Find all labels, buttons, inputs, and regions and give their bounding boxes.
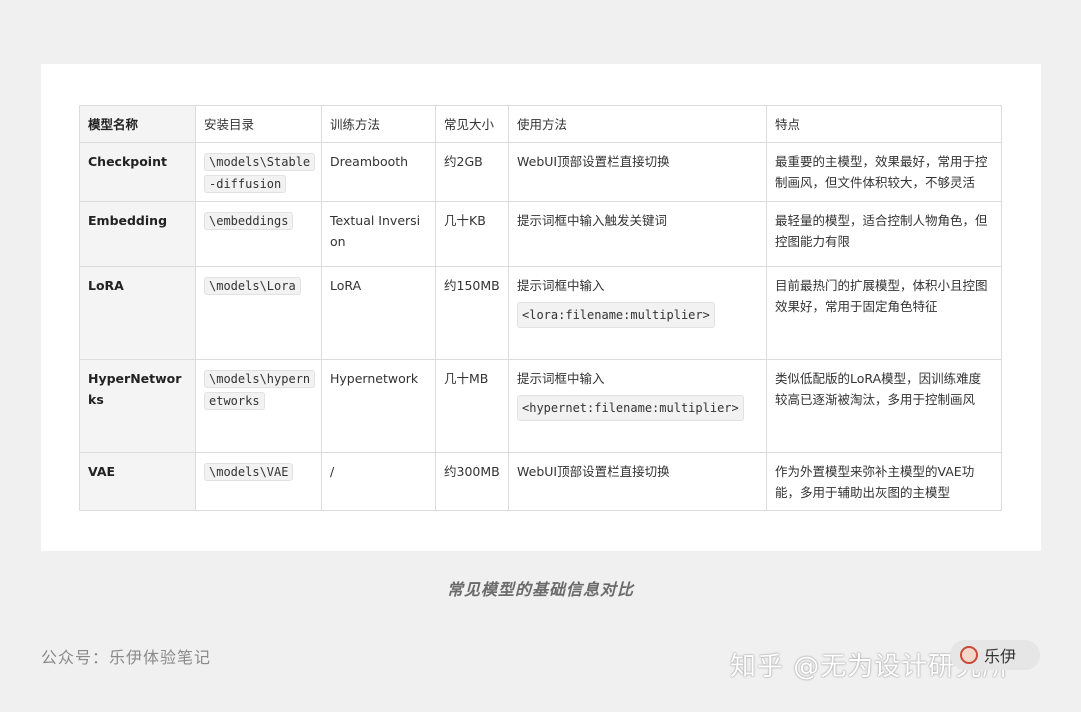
usage-code: <lora:filename:multiplier> xyxy=(517,302,715,328)
cell-features: 最重要的主模型，效果最好，常用于控制画风，但文件体积较大，不够灵活 xyxy=(766,142,1002,202)
cell-model-name: Checkpoint xyxy=(79,142,196,202)
usage-text: 提示词框中输入触发关键词 xyxy=(517,213,668,228)
cell-usage: 提示词框中输入 <lora:filename:multiplier> xyxy=(508,266,767,360)
usage-text: 提示词框中输入 xyxy=(517,371,605,386)
cell-training-method: Dreambooth xyxy=(321,142,436,202)
header-common-size: 常见大小 xyxy=(435,105,509,143)
cell-training-method: LoRA xyxy=(321,266,436,360)
cell-size: 约300MB xyxy=(435,452,509,511)
header-features: 特点 xyxy=(766,105,1002,143)
header-usage: 使用方法 xyxy=(508,105,767,143)
table-row: HyperNetworks \models\hypernetworks Hype… xyxy=(79,359,1002,453)
cell-features: 目前最热门的扩展模型，体积小且控图效果好，常用于固定角色特征 xyxy=(766,266,1002,360)
table-row: VAE \models\VAE / 约300MB WebUI顶部设置栏直接切换 … xyxy=(79,452,1002,511)
dir-code: \models\VAE xyxy=(204,463,294,481)
cell-install-dir: \models\Stable-diffusion xyxy=(195,142,322,202)
cell-size: 几十MB xyxy=(435,359,509,453)
figure-caption: 常见模型的基础信息对比 xyxy=(446,580,634,599)
wechat-account-label: 公众号：乐伊体验笔记 xyxy=(41,648,212,667)
header-model-name: 模型名称 xyxy=(79,105,196,143)
cell-install-dir: \models\VAE xyxy=(195,452,322,511)
cell-size: 几十KB xyxy=(435,201,509,267)
model-comparison-table: 模型名称 安装目录 训练方法 常见大小 使用方法 特点 Checkpoint \… xyxy=(79,105,1002,511)
cell-model-name: Embedding xyxy=(79,201,196,267)
cell-usage: 提示词框中输入 <hypernet:filename:multiplier> xyxy=(508,359,767,453)
usage-text: WebUI顶部设置栏直接切换 xyxy=(517,464,670,479)
cell-usage: WebUI顶部设置栏直接切换 xyxy=(508,142,767,202)
page: 模型名称 安装目录 训练方法 常见大小 使用方法 特点 Checkpoint \… xyxy=(0,0,1081,712)
table-row: LoRA \models\Lora LoRA 约150MB 提示词框中输入 <l… xyxy=(79,266,1002,360)
cell-size: 约2GB xyxy=(435,142,509,202)
cell-training-method: Textual Inversion xyxy=(321,201,436,267)
cell-install-dir: \models\hypernetworks xyxy=(195,359,322,453)
cell-model-name: HyperNetworks xyxy=(79,359,196,453)
cell-training-method: / xyxy=(321,452,436,511)
cell-features: 作为外置模型来弥补主模型的VAE功能，多用于辅助出灰图的主模型 xyxy=(766,452,1002,511)
usage-text: WebUI顶部设置栏直接切换 xyxy=(517,154,670,169)
usage-code: <hypernet:filename:multiplier> xyxy=(517,395,744,421)
cell-usage: WebUI顶部设置栏直接切换 xyxy=(508,452,767,511)
cell-install-dir: \embeddings xyxy=(195,201,322,267)
author-badge[interactable]: 乐伊 xyxy=(950,640,1040,670)
dir-code: \models\hypernetworks xyxy=(204,370,316,410)
dir-code: \embeddings xyxy=(204,212,294,230)
header-install-dir: 安装目录 xyxy=(195,105,322,143)
table-header-row: 模型名称 安装目录 训练方法 常见大小 使用方法 特点 xyxy=(79,105,1002,143)
cell-usage: 提示词框中输入触发关键词 xyxy=(508,201,767,267)
cell-size: 约150MB xyxy=(435,266,509,360)
dir-code: \models\Stable-diffusion xyxy=(204,153,316,193)
cell-model-name: VAE xyxy=(79,452,196,511)
table-row: Checkpoint \models\Stable-diffusion Drea… xyxy=(79,142,1002,202)
dir-code: \models\Lora xyxy=(204,277,301,295)
table-card: 模型名称 安装目录 训练方法 常见大小 使用方法 特点 Checkpoint \… xyxy=(41,64,1041,551)
usage-text: 提示词框中输入 xyxy=(517,278,605,293)
table-row: Embedding \embeddings Textual Inversion … xyxy=(79,201,1002,267)
cell-model-name: LoRA xyxy=(79,266,196,360)
cell-features: 最轻量的模型，适合控制人物角色，但控图能力有限 xyxy=(766,201,1002,267)
author-name: 乐伊 xyxy=(984,647,1017,666)
header-training-method: 训练方法 xyxy=(321,105,436,143)
cell-training-method: Hypernetwork xyxy=(321,359,436,453)
cell-features: 类似低配版的LoRA模型，因训练难度较高已逐渐被淘汰，多用于控制画风 xyxy=(766,359,1002,453)
avatar xyxy=(960,646,978,664)
cell-install-dir: \models\Lora xyxy=(195,266,322,360)
